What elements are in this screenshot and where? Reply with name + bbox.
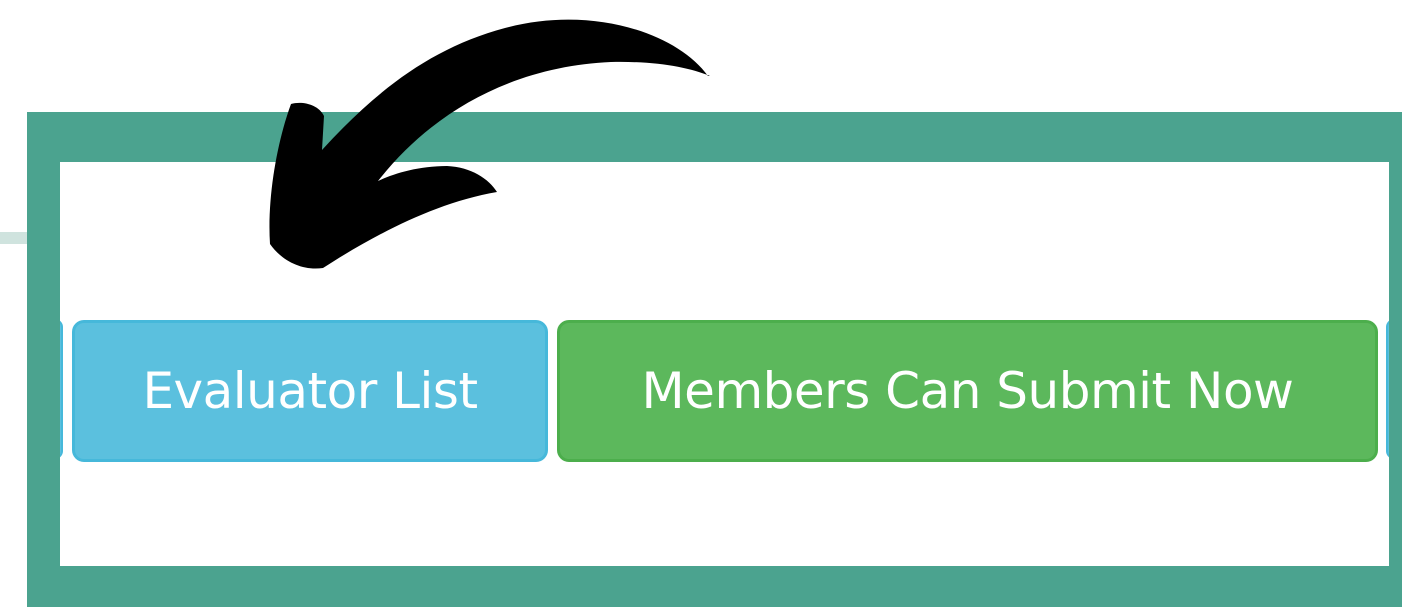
background-divider: [0, 232, 30, 244]
button-toolbar-panel: Evaluator List Members Can Submit Now: [60, 162, 1389, 566]
evaluator-list-button[interactable]: Evaluator List: [72, 320, 548, 462]
partial-button-left[interactable]: [60, 319, 63, 459]
partial-button-right[interactable]: [1386, 319, 1389, 459]
members-can-submit-now-button[interactable]: Members Can Submit Now: [557, 320, 1378, 462]
highlight-frame: Evaluator List Members Can Submit Now: [27, 112, 1402, 607]
screenshot-canvas: Evaluator List Members Can Submit Now: [0, 0, 1402, 607]
